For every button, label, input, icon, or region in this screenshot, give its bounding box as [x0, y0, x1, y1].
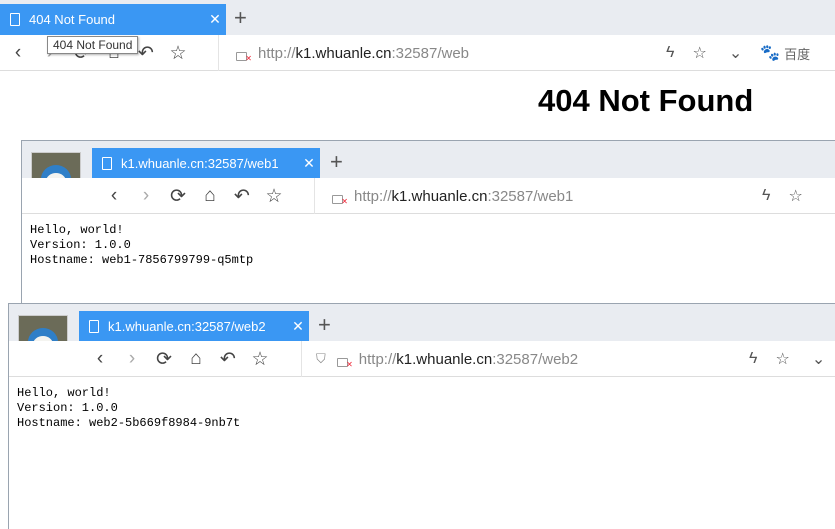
close-tab-icon[interactable]: ✕: [298, 155, 320, 172]
url-host: k1.whuanle.cn: [295, 44, 392, 62]
insecure-icon: [235, 47, 252, 63]
url-prefix: http://: [358, 350, 397, 368]
home-icon[interactable]: ⌂: [194, 185, 226, 207]
url-prefix: http://: [258, 44, 296, 62]
shield-icon: ⛉: [316, 351, 326, 366]
page-icon: [89, 320, 99, 333]
lightning-icon[interactable]: ϟ: [666, 44, 674, 62]
nav-buttons: ‹ › ⟳ ⌂ ↶ ☆: [98, 178, 290, 214]
page-icon: [10, 13, 20, 26]
reload-icon[interactable]: ⟳: [162, 185, 194, 208]
search-engine-label[interactable]: 百度: [784, 44, 810, 63]
star-icon[interactable]: ☆: [775, 349, 789, 369]
home-icon[interactable]: ⌂: [180, 348, 212, 370]
url-prefix: http://: [354, 187, 392, 205]
page-heading: 404 Not Found: [538, 83, 754, 118]
url-rest: :32587/web1: [487, 187, 574, 205]
browser-window-web1: k1.whuanle.cn:32587/web1 ✕ + ‹ › ⟳ ⌂ ↶ ☆…: [21, 140, 835, 305]
undo-icon[interactable]: ↶: [212, 348, 244, 371]
forward-icon[interactable]: ›: [116, 348, 148, 370]
nav-buttons: ‹ › ⟳ ⌂ ↶ ☆: [84, 341, 276, 377]
star-icon[interactable]: ☆: [258, 185, 290, 208]
star-icon[interactable]: ☆: [244, 348, 276, 371]
address-bar[interactable]: ⛉ http://k1.whuanle.cn:32587/web2: [301, 341, 741, 377]
insecure-icon: [336, 353, 353, 369]
tab-strip: k1.whuanle.cn:32587/web2 ✕ +: [9, 304, 835, 365]
url-host: k1.whuanle.cn: [391, 187, 488, 205]
new-tab-button[interactable]: +: [234, 5, 247, 31]
toolbar: ‹ › ⟳ ⌂ ↶ ☆ http://k1.whuanle.cn:32587/w…: [22, 178, 835, 214]
tab-strip: k1.whuanle.cn:32587/web1 ✕ +: [22, 141, 835, 202]
tab-web2[interactable]: k1.whuanle.cn:32587/web2 ✕: [79, 311, 309, 342]
star-icon[interactable]: ☆: [692, 43, 706, 63]
page-content: Hello, world! Version: 1.0.0 Hostname: w…: [17, 386, 240, 431]
undo-icon[interactable]: ↶: [226, 185, 258, 208]
tab-title: k1.whuanle.cn:32587/web2: [108, 319, 266, 334]
chevron-down-icon[interactable]: ⌄: [812, 349, 825, 369]
insecure-icon: [331, 190, 348, 206]
url-rest: :32587/web: [391, 44, 470, 62]
forward-icon[interactable]: ›: [130, 185, 162, 207]
page-icon: [102, 157, 112, 170]
tab-title: 404 Not Found: [29, 12, 116, 27]
toolbar: ‹ › ⟳ ⌂ ↶ ☆ ⛉ http://k1.whuanle.cn:32587…: [9, 341, 835, 377]
new-tab-button[interactable]: +: [330, 149, 343, 175]
paw-icon[interactable]: 🐾: [760, 43, 780, 63]
tab-title: k1.whuanle.cn:32587/web1: [121, 156, 279, 171]
lightning-icon[interactable]: ϟ: [749, 350, 757, 368]
address-tools: ϟ ☆ ⌄: [749, 341, 835, 377]
tab-tooltip: 404 Not Found: [47, 36, 139, 54]
back-icon[interactable]: ‹: [98, 185, 130, 207]
response-text: Hello, world! Version: 1.0.0 Hostname: w…: [17, 386, 241, 430]
page-content: Hello, world! Version: 1.0.0 Hostname: w…: [30, 223, 253, 268]
new-tab-button[interactable]: +: [318, 312, 331, 338]
lightning-icon[interactable]: ϟ: [762, 187, 770, 205]
close-tab-icon[interactable]: ✕: [204, 11, 226, 28]
chevron-down-icon[interactable]: ⌄: [729, 43, 742, 63]
close-tab-icon[interactable]: ✕: [287, 318, 309, 335]
back-icon[interactable]: ‹: [2, 42, 34, 64]
tab-web1[interactable]: k1.whuanle.cn:32587/web1 ✕: [92, 148, 320, 179]
browser-window-web2: k1.whuanle.cn:32587/web2 ✕ + ‹ › ⟳ ⌂ ↶ ☆…: [8, 303, 835, 529]
address-bar[interactable]: http://k1.whuanle.cn:32587/web: [218, 35, 658, 71]
address-bar[interactable]: http://k1.whuanle.cn:32587/web1: [314, 178, 754, 214]
browser-window-main: 404 Not Found ✕ + ‹ › ⟳ ⌂ ↶ ☆ http://k1.…: [0, 0, 835, 140]
tab-404-not-found[interactable]: 404 Not Found ✕: [0, 4, 226, 35]
reload-icon[interactable]: ⟳: [148, 348, 180, 371]
tab-strip: 404 Not Found ✕ +: [0, 0, 835, 35]
address-tools: ϟ ☆ ⌄ 🐾 百度: [666, 35, 828, 71]
star-icon[interactable]: ☆: [788, 186, 802, 206]
star-icon[interactable]: ☆: [162, 42, 194, 65]
url-rest: :32587/web2: [492, 350, 579, 368]
back-icon[interactable]: ‹: [84, 348, 116, 370]
address-tools: ϟ ☆: [762, 178, 821, 214]
url-host: k1.whuanle.cn: [396, 350, 493, 368]
response-text: Hello, world! Version: 1.0.0 Hostname: w…: [30, 223, 254, 267]
